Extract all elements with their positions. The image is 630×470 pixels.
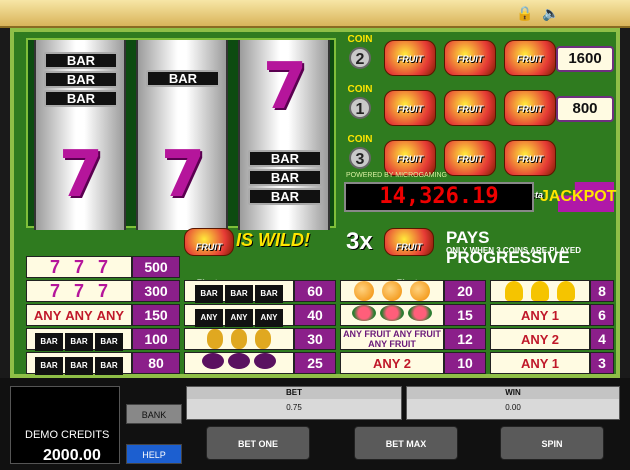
bar-mix: BAR BAR BAR xyxy=(26,352,132,375)
coin-row-1: COIN1 FRUIT Fiesta FRUIT Fiesta FRUIT Fi… xyxy=(344,84,614,150)
help-button[interactable]: HELP xyxy=(126,444,182,464)
pay-value: 6 xyxy=(590,304,614,326)
pay-value: 20 xyxy=(444,280,486,302)
seven-symbol: 7 xyxy=(262,50,308,124)
pay-value: 8 xyxy=(590,280,614,302)
fruit-fiesta-icon: FRUIT Fiesta xyxy=(444,40,496,100)
reel-3: 7 BAR BAR BAR xyxy=(238,40,330,230)
bar-symbol: BAR xyxy=(146,68,220,89)
win-label: WIN xyxy=(407,387,619,399)
fruit-fiesta-icon: FRUIT Fiesta xyxy=(184,228,234,288)
credits-box: DEMO CREDITS 2000.00 xyxy=(10,386,120,464)
any-2-bell: ANY 2 xyxy=(490,328,590,350)
bet-value: 0.75 xyxy=(286,403,302,412)
plums xyxy=(184,352,294,374)
coin-row-2: COIN2 FRUIT Fiesta FRUIT Fiesta FRUIT Fi… xyxy=(344,34,614,100)
any-1-fruit: ANY 1 xyxy=(490,304,590,326)
pay-value: 80 xyxy=(132,352,180,374)
fruit-fiesta-icon: FRUIT Fiesta xyxy=(384,228,434,288)
pay-value: 150 xyxy=(132,304,180,326)
slot-machine: BAR BAR BAR 7 BAR 7 7 BAR BAR BAR COIN 2… xyxy=(10,28,620,378)
sound-icon[interactable]: 🔈 xyxy=(542,4,560,22)
wild-banner: FRUIT Fiesta IS WILD! 3x FRUIT Fiesta PA… xyxy=(26,228,614,288)
control-panel: DEMO CREDITS 2000.00 BANK HELP BET 0.75 … xyxy=(0,378,630,470)
wild-text: IS WILD! xyxy=(236,230,310,250)
fruit-fiesta-icon: FRUIT Fiesta xyxy=(504,140,556,200)
pay-value: 4 xyxy=(590,328,614,350)
triple-seven-colored: 777 xyxy=(26,256,132,278)
pay-value: 300 xyxy=(132,280,180,302)
slot-game: 🔒 🔈 BAR BAR BAR 7 BAR 7 7 BAR BAR BAR CO… xyxy=(0,0,630,470)
fruit-fiesta-icon: FRUIT Fiesta xyxy=(384,40,436,100)
pay-value: 12 xyxy=(444,328,486,350)
fruit-fiesta-icon: FRUIT Fiesta xyxy=(504,40,556,100)
spin-button[interactable]: SPIN xyxy=(500,426,604,460)
payout-value: 800 xyxy=(556,96,614,122)
win-display: WIN 0.00 xyxy=(406,386,620,420)
payout-value: 1600 xyxy=(556,46,614,72)
triple-bar: BAR BAR BAR xyxy=(26,328,132,351)
bar-stack: BAR BAR BAR xyxy=(248,148,322,207)
any-seven: ANY ANY ANY xyxy=(26,304,132,326)
fruit-fiesta-icon: FRUIT Fiesta xyxy=(444,90,496,150)
bank-button[interactable]: BANK xyxy=(126,404,182,424)
melons xyxy=(340,304,444,326)
pay-value: 500 xyxy=(132,256,180,278)
coin-label: COIN 2 xyxy=(347,34,373,69)
bells xyxy=(490,280,590,302)
bet-max-button[interactable]: BET MAX xyxy=(354,426,458,460)
coin-label: COIN 1 xyxy=(347,84,373,119)
any-2-fruit: ANY 2 xyxy=(340,352,444,374)
bar-stack: BAR BAR BAR xyxy=(44,50,118,109)
win-value: 0.00 xyxy=(505,403,521,412)
pay-value: 40 xyxy=(294,304,336,326)
bet-display: BET 0.75 xyxy=(186,386,402,420)
progressive-subtitle: ONLY WHEN 3 COINS ARE PLAYED xyxy=(446,246,581,255)
any-bar: ANY ANY ANY xyxy=(184,304,294,327)
triple-text: 3x xyxy=(346,228,373,255)
bet-label: BET xyxy=(187,387,401,399)
reel-1: BAR BAR BAR 7 xyxy=(34,40,126,230)
any-fruit: ANY FRUIT ANY FRUIT ANY FRUIT xyxy=(340,328,444,350)
pay-value: 30 xyxy=(294,328,336,350)
reels-area: BAR BAR BAR 7 BAR 7 7 BAR BAR BAR xyxy=(26,38,336,230)
pineapples xyxy=(184,328,294,350)
triple-seven: 777 xyxy=(26,280,132,302)
top-bar: 🔒 🔈 xyxy=(0,0,630,28)
pay-value: 10 xyxy=(444,352,486,374)
pay-value: 15 xyxy=(444,304,486,326)
reel-2: BAR 7 xyxy=(136,40,228,230)
fruit-fiesta-icon: FRUIT Fiesta xyxy=(444,140,496,200)
triple-bar: BAR BAR BAR xyxy=(184,280,294,303)
lock-icon[interactable]: 🔒 xyxy=(516,4,534,22)
seven-symbol: 7 xyxy=(160,138,206,212)
fruit-fiesta-icon: FRUIT Fiesta xyxy=(384,140,436,200)
oranges xyxy=(340,280,444,302)
credits-label: DEMO CREDITS xyxy=(25,429,110,441)
bet-one-button[interactable]: BET ONE xyxy=(206,426,310,460)
pay-value: 25 xyxy=(294,352,336,374)
any-1-bell: ANY 1 xyxy=(490,352,590,374)
paytable: 777 777 ANY ANY ANY BAR BAR BAR BAR BAR BAR … xyxy=(26,256,614,375)
jackpot-panel: 14,326.19 JACKPOT xyxy=(344,182,617,226)
jackpot-label: JACKPOT xyxy=(540,188,617,205)
credits-value: 2000.00 xyxy=(43,447,101,464)
fruit-fiesta-icon: FRUIT Fiesta xyxy=(384,90,436,150)
seven-symbol: 7 xyxy=(58,138,104,212)
fruit-fiesta-icon: FRUIT Fiesta xyxy=(504,90,556,150)
pay-value: 60 xyxy=(294,280,336,302)
pay-value: 3 xyxy=(590,352,614,374)
jackpot-value: 14,326.19 xyxy=(344,182,534,212)
powered-by: POWERED BY MICROGAMING xyxy=(346,172,447,179)
pay-value: 100 xyxy=(132,328,180,350)
